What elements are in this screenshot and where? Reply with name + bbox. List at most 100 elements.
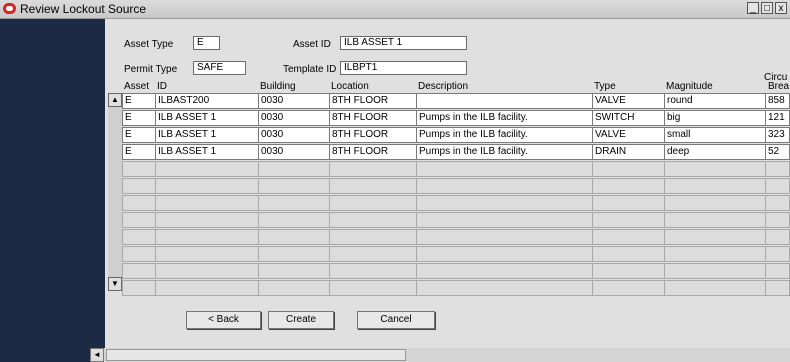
table-cell[interactable]: 0030 [258, 127, 330, 143]
table-cell[interactable] [122, 263, 156, 279]
table-cell[interactable]: ILB ASSET 1 [155, 110, 259, 126]
column-header-type[interactable]: Type [594, 81, 616, 92]
table-row[interactable] [122, 195, 790, 211]
table-cell[interactable] [122, 229, 156, 245]
table-cell[interactable] [258, 178, 330, 194]
table-cell[interactable] [765, 195, 790, 211]
table-cell[interactable] [592, 246, 665, 262]
table-cell[interactable] [416, 246, 593, 262]
table-cell[interactable] [664, 229, 766, 245]
table-row[interactable] [122, 263, 790, 279]
table-cell[interactable] [258, 246, 330, 262]
table-cell[interactable] [329, 178, 417, 194]
table-cell[interactable]: ILB ASSET 1 [155, 127, 259, 143]
table-cell[interactable] [155, 161, 259, 177]
table-row[interactable] [122, 280, 790, 296]
table-cell[interactable] [592, 263, 665, 279]
table-cell[interactable] [416, 195, 593, 211]
template-id-field[interactable]: ILBPT1 [340, 61, 467, 75]
table-cell[interactable] [416, 263, 593, 279]
table-cell[interactable] [765, 280, 790, 296]
table-cell[interactable]: 8TH FLOOR [329, 93, 417, 109]
table-cell[interactable] [664, 195, 766, 211]
scroll-down-arrow-icon[interactable]: ▼ [108, 277, 122, 291]
table-cell[interactable]: 52 [765, 144, 790, 160]
table-cell[interactable]: VALVE [592, 93, 665, 109]
table-vertical-scrollbar[interactable]: ▲ ▼ [108, 93, 122, 291]
table-cell[interactable]: 0030 [258, 144, 330, 160]
table-cell[interactable] [765, 263, 790, 279]
permit-type-field[interactable]: SAFE [193, 61, 246, 75]
table-cell[interactable] [765, 246, 790, 262]
title-bar[interactable]: Review Lockout Source _ □ x [0, 0, 790, 19]
maximize-button[interactable]: □ [761, 2, 773, 14]
table-row[interactable] [122, 229, 790, 245]
table-cell[interactable]: ILB ASSET 1 [155, 144, 259, 160]
table-cell[interactable]: 8TH FLOOR [329, 144, 417, 160]
table-cell[interactable]: E [122, 93, 156, 109]
table-cell[interactable]: deep [664, 144, 766, 160]
table-cell[interactable]: DRAIN [592, 144, 665, 160]
column-header-description[interactable]: Description [418, 81, 468, 92]
table-cell[interactable] [122, 212, 156, 228]
table-cell[interactable]: 0030 [258, 110, 330, 126]
table-cell[interactable] [765, 178, 790, 194]
table-cell[interactable] [329, 246, 417, 262]
table-cell[interactable] [592, 178, 665, 194]
table-cell[interactable] [329, 195, 417, 211]
table-cell[interactable] [122, 161, 156, 177]
table-cell[interactable] [155, 212, 259, 228]
cancel-button[interactable]: Cancel [357, 311, 435, 329]
table-cell[interactable] [765, 161, 790, 177]
table-cell[interactable] [416, 280, 593, 296]
table-cell[interactable] [155, 195, 259, 211]
table-cell[interactable] [664, 280, 766, 296]
table-cell[interactable] [122, 280, 156, 296]
column-header-breaker[interactable]: Brea [768, 81, 789, 92]
table-row[interactable] [122, 246, 790, 262]
create-button[interactable]: Create [268, 311, 334, 329]
table-cell[interactable] [765, 212, 790, 228]
table-cell[interactable] [122, 195, 156, 211]
table-cell[interactable]: Pumps in the ILB facility. [416, 110, 593, 126]
horizontal-scroll-thumb[interactable] [106, 349, 406, 361]
table-cell[interactable]: 858 [765, 93, 790, 109]
table-row[interactable] [122, 178, 790, 194]
table-cell[interactable]: E [122, 127, 156, 143]
table-cell[interactable] [122, 178, 156, 194]
back-button[interactable]: < Back [186, 311, 261, 329]
table-cell[interactable]: 8TH FLOOR [329, 110, 417, 126]
table-cell[interactable] [664, 246, 766, 262]
table-cell[interactable] [155, 246, 259, 262]
table-cell[interactable] [329, 263, 417, 279]
table-row[interactable] [122, 161, 790, 177]
close-button[interactable]: x [775, 2, 787, 14]
table-cell[interactable] [329, 229, 417, 245]
table-cell[interactable] [258, 229, 330, 245]
asset-id-field[interactable]: ILB ASSET 1 [340, 36, 467, 50]
table-cell[interactable]: round [664, 93, 766, 109]
column-header-building[interactable]: Building [260, 81, 296, 92]
table-cell[interactable]: VALVE [592, 127, 665, 143]
column-header-magnitude[interactable]: Magnitude [666, 81, 713, 92]
table-cell[interactable] [416, 178, 593, 194]
table-cell[interactable] [765, 229, 790, 245]
table-cell[interactable]: E [122, 144, 156, 160]
minimize-button[interactable]: _ [747, 2, 759, 14]
table-row[interactable] [122, 212, 790, 228]
scroll-up-arrow-icon[interactable]: ▲ [108, 93, 122, 107]
table-cell[interactable]: 323 [765, 127, 790, 143]
table-cell[interactable]: 0030 [258, 93, 330, 109]
table-cell[interactable]: SWITCH [592, 110, 665, 126]
table-cell[interactable] [664, 161, 766, 177]
table-row[interactable]: E ILB ASSET 1 0030 8TH FLOOR Pumps in the IL… [122, 110, 790, 126]
table-cell[interactable] [155, 229, 259, 245]
table-cell[interactable] [664, 178, 766, 194]
table-cell[interactable] [664, 212, 766, 228]
table-cell[interactable] [258, 212, 330, 228]
table-cell[interactable]: Pumps in the ILB facility. [416, 127, 593, 143]
table-cell[interactable]: E [122, 110, 156, 126]
asset-type-field[interactable]: E [193, 36, 220, 50]
table-cell[interactable] [416, 93, 593, 109]
table-cell[interactable] [329, 280, 417, 296]
